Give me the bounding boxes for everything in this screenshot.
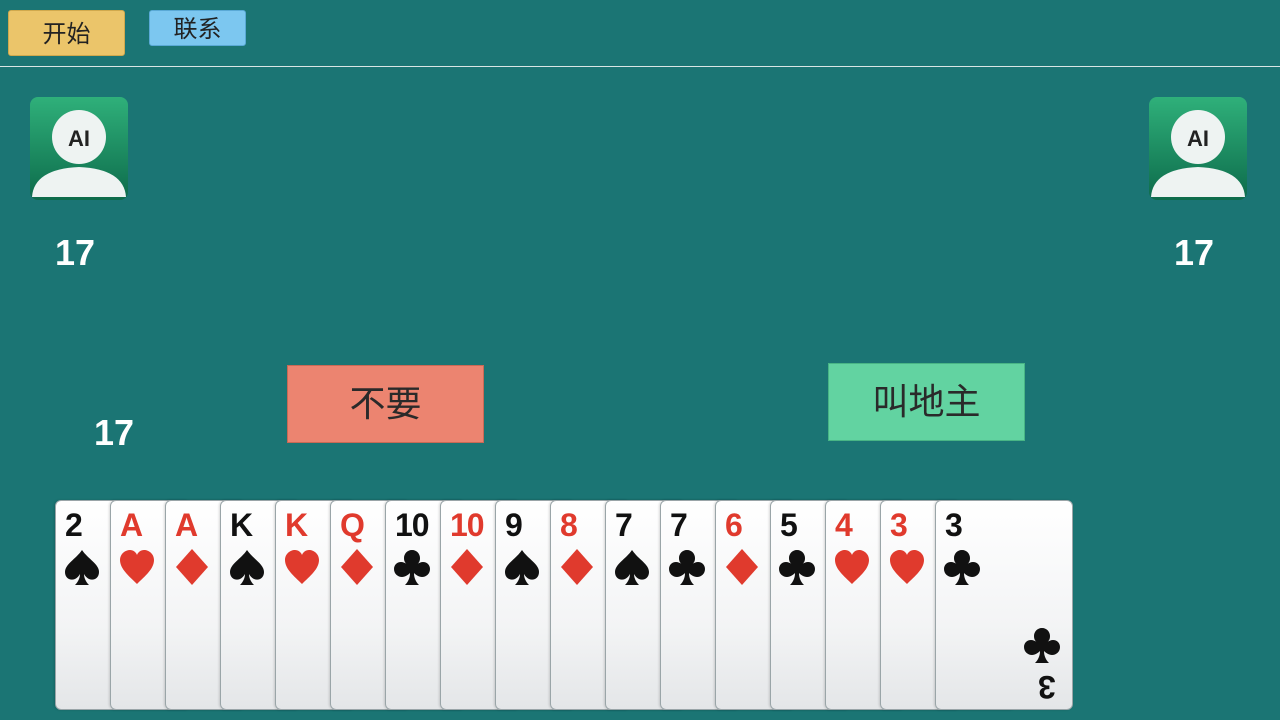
- spade-suit-icon: [65, 550, 99, 585]
- diamond-suit-icon: [451, 549, 483, 585]
- my-card-count: 17: [94, 412, 135, 453]
- heart-suit-icon: [285, 550, 319, 584]
- club-suit-icon: [779, 550, 815, 585]
- card-rank: 4: [835, 507, 853, 543]
- spade-suit-icon: [505, 550, 539, 585]
- right-ai-avatar-icon: AI: [1149, 97, 1247, 200]
- card-rank: 3: [945, 507, 963, 543]
- card-rank: 5: [780, 507, 798, 543]
- heart-suit-icon: [890, 550, 924, 584]
- card-rank: A: [120, 507, 143, 543]
- card-rank: K: [285, 507, 308, 543]
- diamond-suit-icon: [561, 549, 593, 585]
- card-rank: 2: [65, 507, 83, 543]
- playing-card[interactable]: 33: [935, 500, 1073, 710]
- card-rank: 10: [450, 507, 485, 543]
- diamond-suit-icon: [341, 549, 373, 585]
- card-rank: 8: [560, 507, 578, 543]
- svg-text:AI: AI: [68, 126, 90, 151]
- card-rank: 7: [670, 507, 688, 543]
- club-suit-icon: [394, 550, 430, 585]
- card-rank: Q: [340, 507, 365, 543]
- heart-suit-icon: [835, 550, 869, 584]
- left-ai-avatar-icon: AI: [30, 97, 128, 200]
- left-player-card-count: 17: [55, 232, 96, 273]
- club-suit-icon: [944, 550, 980, 585]
- card-rank: 7: [615, 507, 633, 543]
- spade-suit-icon: [230, 550, 264, 585]
- diamond-suit-icon: [726, 549, 758, 585]
- card-rank: 3: [890, 507, 908, 543]
- club-suit-icon: [669, 550, 705, 585]
- contact-button[interactable]: 联系: [149, 10, 246, 46]
- club-suit-corner-icon: [1024, 628, 1060, 663]
- heart-suit-icon: [120, 550, 154, 584]
- card-rank: 10: [395, 507, 430, 543]
- card-rank: 9: [505, 507, 523, 543]
- spade-suit-icon: [615, 550, 649, 585]
- card-rank: K: [230, 507, 253, 543]
- card-rank: A: [175, 507, 198, 543]
- top-toolbar: 开始 联系: [0, 0, 1280, 67]
- svg-text:AI: AI: [1187, 126, 1209, 151]
- start-button[interactable]: 开始: [8, 10, 125, 56]
- bid-landlord-button[interactable]: 叫地主: [828, 363, 1025, 441]
- player-hand: 2 A A K K Q 10 10 9 8 7 7 6 5 4 3 3 3: [55, 500, 1075, 712]
- pass-button[interactable]: 不要: [287, 365, 484, 443]
- card-rank: 6: [725, 507, 743, 543]
- right-player-card-count: 17: [1174, 232, 1215, 273]
- card-rank-corner: 3: [1038, 669, 1056, 705]
- diamond-suit-icon: [176, 549, 208, 585]
